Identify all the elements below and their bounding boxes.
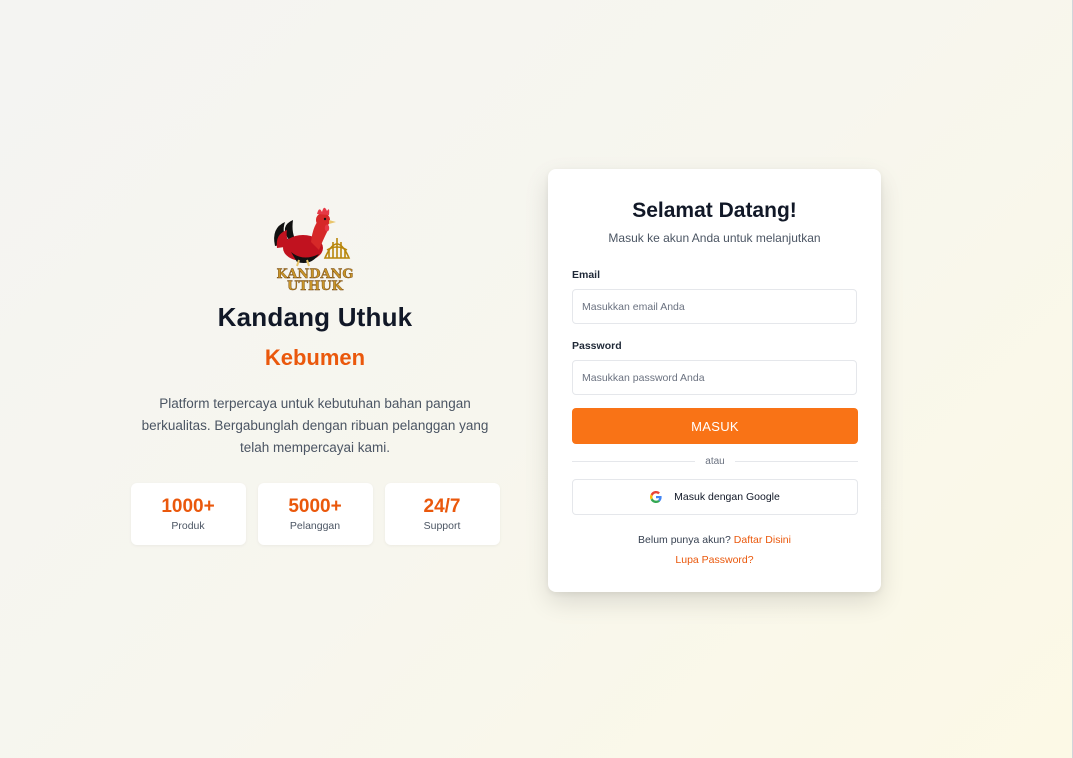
logo-text-line2: UTHUK — [287, 279, 344, 292]
login-title: Selamat Datang! — [632, 199, 797, 222]
divider-line-left — [572, 461, 696, 462]
password-input[interactable] — [572, 360, 857, 395]
stat-card-products: 1000+ Produk — [130, 483, 246, 545]
stats-row: 1000+ Produk 5000+ Pelanggan 24/7 Suppor… — [120, 483, 510, 545]
or-divider: atau — [572, 456, 858, 467]
forgot-row: Lupa Password? — [572, 554, 857, 566]
stat-label: Produk — [171, 520, 205, 532]
forgot-password-link[interactable]: Lupa Password? — [675, 554, 753, 566]
stat-card-support: 24/7 Support — [384, 483, 500, 545]
login-subtitle: Masuk ke akun Anda untuk melanjutkan — [608, 231, 821, 245]
register-link[interactable]: Daftar Disini — [734, 534, 791, 546]
rooster-logo-icon: KANDANG UTHUK — [267, 200, 363, 292]
login-card: Selamat Datang! Masuk ke akun Anda untuk… — [548, 169, 881, 592]
stat-value: 24/7 — [423, 496, 461, 517]
google-icon — [650, 491, 662, 503]
email-input[interactable] — [572, 289, 857, 324]
brand-description: Platform terpercaya untuk kebutuhan baha… — [141, 396, 489, 455]
stat-label: Support — [423, 520, 461, 532]
stat-value: 1000+ — [161, 496, 215, 517]
divider-line-right — [734, 461, 858, 462]
stat-card-customers: 5000+ Pelanggan — [257, 483, 373, 545]
login-submit-button[interactable]: MASUK — [572, 408, 858, 444]
register-row: Belum punya akun? Daftar Disini — [572, 534, 857, 546]
divider-text: atau — [705, 456, 725, 467]
brand-title: Kandang Uthuk — [217, 302, 413, 332]
password-label: Password — [572, 340, 622, 352]
login-page: KANDANG UTHUK Kandang Uthuk Kebumen Plat… — [0, 0, 1073, 758]
stat-label: Pelanggan — [289, 520, 341, 532]
brand-subtitle: Kebumen — [264, 345, 366, 370]
brand-hero: KANDANG UTHUK Kandang Uthuk Kebumen Plat… — [120, 200, 510, 545]
google-login-button[interactable]: Masuk dengan Google — [572, 479, 858, 515]
email-label: Email — [572, 269, 601, 281]
stat-value: 5000+ — [288, 496, 342, 517]
google-login-label: Masuk dengan Google — [674, 491, 780, 503]
register-prompt: Belum punya akun? — [638, 534, 734, 546]
